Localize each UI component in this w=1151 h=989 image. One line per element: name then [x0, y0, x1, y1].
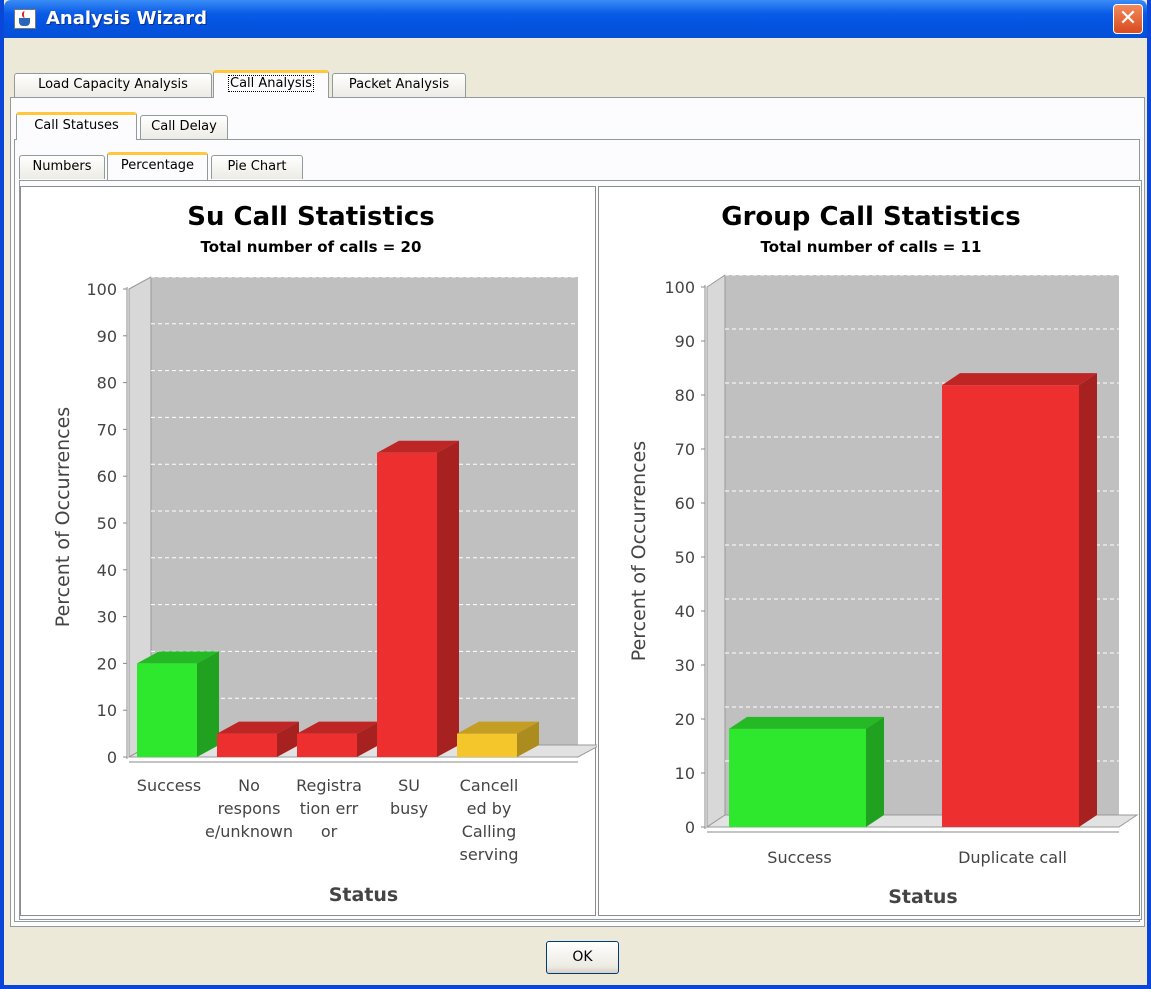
x-category-label: Success — [767, 848, 831, 867]
y-tick-label: 10 — [97, 701, 117, 720]
ok-button[interactable]: OK — [546, 941, 619, 974]
bar-front — [217, 733, 277, 757]
close-button[interactable]: ✕ — [1113, 4, 1143, 34]
y-tick-label: 60 — [97, 467, 117, 486]
bar-front — [457, 733, 517, 757]
bar-1 — [137, 651, 219, 757]
y-tick-label: 70 — [675, 440, 695, 459]
y-tick-label: 80 — [675, 386, 695, 405]
plot-side-wall — [706, 274, 726, 828]
bar-side — [866, 716, 884, 827]
y-tick-label: 40 — [97, 561, 117, 580]
y-tick-label: 10 — [675, 764, 695, 783]
x-category-label-line: Cancell — [460, 776, 519, 795]
bar-front — [942, 385, 1079, 827]
tab-call-delay[interactable]: Call Delay — [140, 115, 228, 139]
x-category-label-line: or — [321, 822, 338, 841]
bar-side — [1079, 373, 1097, 827]
chart-subtitle: Total number of calls = 11 — [761, 238, 982, 256]
analysis-wizard-window: Analysis Wizard ✕ Load Capacity Analysis… — [0, 0, 1151, 989]
x-category-label-line: Duplicate call — [958, 848, 1067, 867]
bar-5 — [457, 721, 539, 757]
bar-top — [729, 716, 884, 729]
x-category-label-line: Success — [767, 848, 831, 867]
close-icon: ✕ — [1118, 6, 1138, 31]
x-category-label: SU busy — [390, 776, 428, 818]
chart-title: Su Call Statistics — [187, 202, 435, 232]
y-axis-title: Percent of Occurrences — [628, 441, 650, 661]
y-tick-label: 20 — [97, 654, 117, 673]
su-call-chart-panel: Su Call Statistics Total number of calls … — [20, 186, 601, 916]
x-category-label-line: e/unknown — [205, 822, 293, 841]
bar-top — [942, 373, 1097, 386]
bar-front — [729, 728, 866, 827]
tab-numbers[interactable]: Numbers — [19, 155, 105, 179]
chart-subtitle: Total number of calls = 20 — [201, 238, 422, 256]
tab-call-statuses[interactable]: Call Statuses — [16, 112, 137, 140]
tab-pie-chart[interactable]: Pie Chart — [211, 155, 303, 179]
x-category-label-line: No — [238, 776, 260, 795]
java-app-icon — [14, 9, 36, 29]
group-call-chart-panel: Group Call Statistics Total number of cal… — [598, 186, 1140, 916]
y-tick-label: 0 — [685, 818, 695, 837]
y-axis-title: Percent of Occurrences — [52, 407, 74, 627]
bar-3 — [297, 721, 379, 757]
y-tick-label: 30 — [97, 608, 117, 627]
x-category-label-line: Registra — [296, 776, 362, 795]
y-tick-label: 20 — [675, 710, 695, 729]
y-tick-label: 40 — [675, 602, 695, 621]
chart-title: Group Call Statistics — [721, 202, 1020, 232]
y-tick-label: 50 — [675, 548, 695, 567]
x-category-label-line: tion err — [300, 799, 359, 818]
y-tick-label: 70 — [97, 420, 117, 439]
y-tick-label: 100 — [664, 278, 695, 297]
bar-2 — [942, 373, 1097, 827]
x-category-label-line: respons — [218, 799, 281, 818]
tab-load-capacity-analysis[interactable]: Load Capacity Analysis — [14, 73, 212, 97]
bar-side — [197, 651, 219, 757]
x-category-label: Duplicate call — [958, 848, 1067, 867]
bar-front — [137, 663, 197, 757]
x-category-label: Registra tion err or — [296, 776, 362, 841]
x-category-label-line: Calling — [462, 822, 517, 841]
y-tick-label: 30 — [675, 656, 695, 675]
tab-call-analysis[interactable]: Call Analysis — [213, 70, 329, 98]
su-call-statistics-chart: Su Call Statistics Total number of calls … — [52, 202, 601, 906]
x-category-label-line: ed by — [467, 799, 512, 818]
tab-percentage[interactable]: Percentage — [107, 152, 208, 180]
y-tick-label: 90 — [97, 327, 117, 346]
y-tick-label: 100 — [86, 280, 117, 299]
x-category-label-line: Success — [137, 776, 201, 795]
x-axis-title: Status — [329, 884, 399, 906]
bar-1 — [729, 716, 884, 827]
x-category-label-line: SU — [398, 776, 420, 795]
x-category-label: Cancell ed by Calling serving — [460, 776, 519, 864]
y-tick-label: 50 — [97, 514, 117, 533]
bar-2 — [217, 721, 299, 757]
y-tick-label: 90 — [675, 332, 695, 351]
window-title: Analysis Wizard — [46, 8, 208, 29]
title-bar[interactable]: Analysis Wizard ✕ — [4, 0, 1147, 38]
x-category-label: Success — [137, 776, 201, 795]
bar-front — [377, 452, 437, 757]
x-category-label-line: busy — [390, 799, 428, 818]
x-category-label: No respons e/unknown — [205, 776, 293, 841]
x-category-label-line: serving — [460, 845, 519, 864]
y-tick-label: 80 — [97, 374, 117, 393]
bar-4 — [377, 440, 459, 757]
y-tick-label: 60 — [675, 494, 695, 513]
group-call-statistics-chart: Group Call Statistics Total number of cal… — [628, 202, 1139, 908]
x-axis-title: Status — [888, 886, 958, 908]
y-tick-label: 0 — [107, 748, 117, 767]
tab-packet-analysis[interactable]: Packet Analysis — [332, 73, 466, 97]
bar-front — [297, 733, 357, 757]
bar-side — [437, 440, 459, 757]
